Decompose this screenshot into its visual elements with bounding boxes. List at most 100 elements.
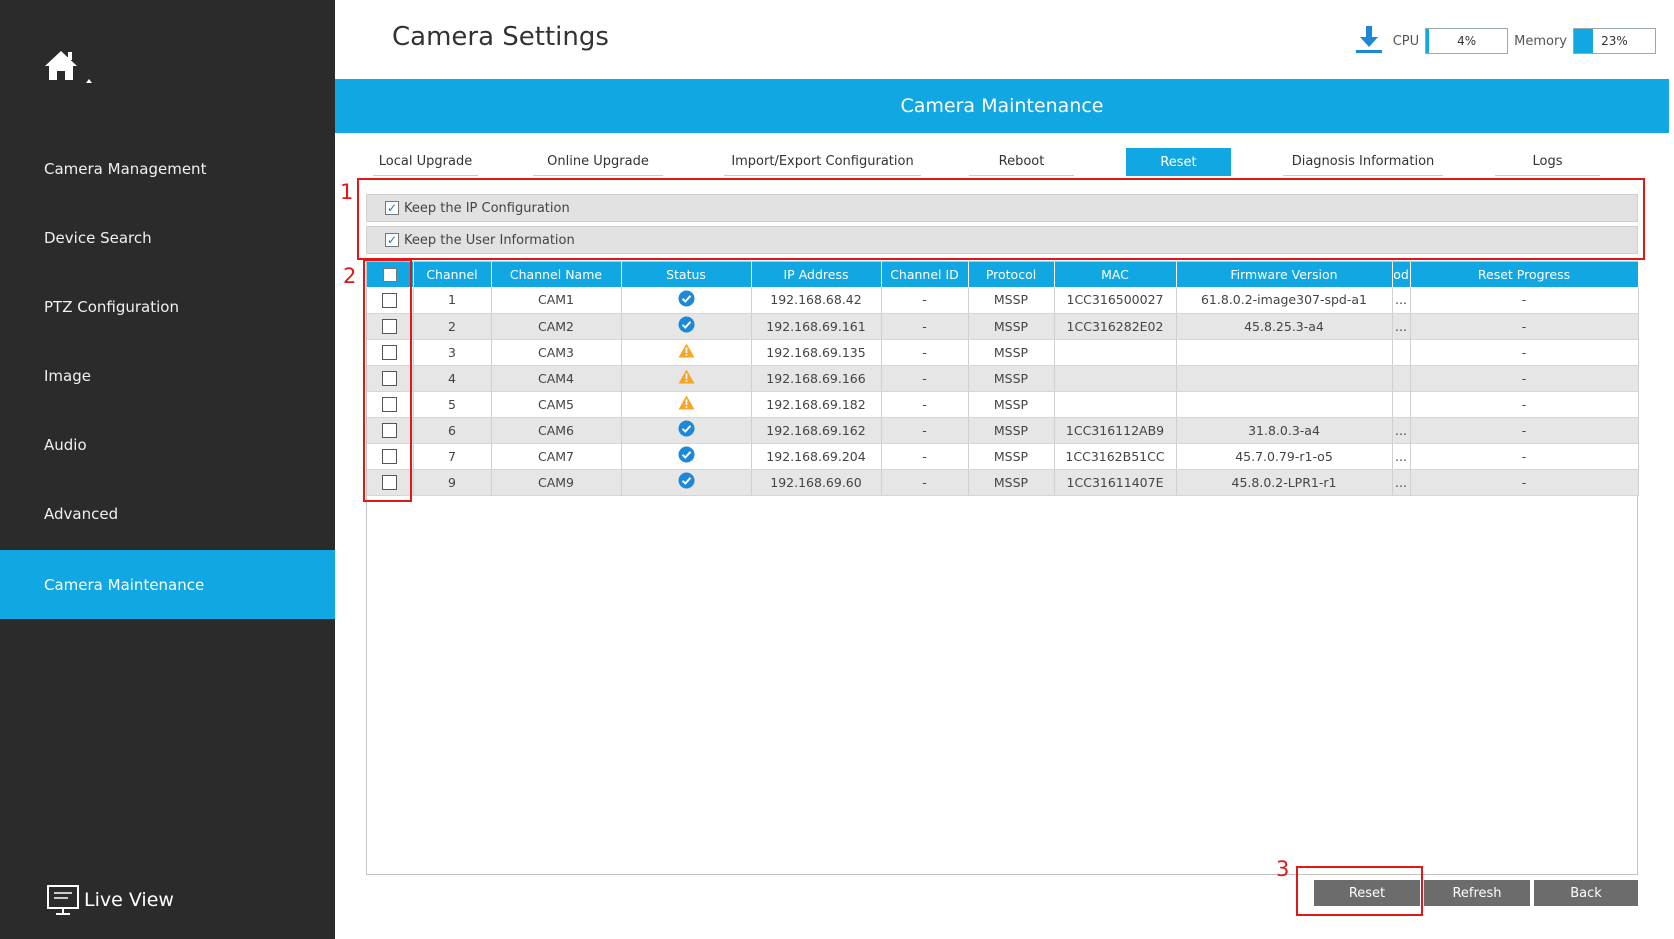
cell-name: CAM7 (491, 443, 622, 470)
tab-import-export-configuration[interactable]: Import/Export Configuration (724, 148, 921, 176)
sidebar-item-audio[interactable]: Audio (0, 410, 335, 479)
cell-protocol: MSSP (968, 443, 1055, 470)
cell-firmware (1176, 391, 1393, 418)
sidebar-item-camera-management[interactable]: Camera Management (0, 134, 335, 203)
cell-mac (1054, 365, 1177, 392)
sidebar-item-advanced[interactable]: Advanced (0, 479, 335, 548)
cell-mac (1054, 391, 1177, 418)
cell-channel: 4 (413, 365, 492, 392)
back-button[interactable]: Back (1534, 880, 1638, 906)
cell-progress: - (1410, 443, 1639, 470)
table-row[interactable]: 2 CAM2 192.168.69.161- MSSP 1CC316282E02 45.8… (367, 313, 1639, 340)
table-row[interactable]: 3 CAM3 192.168.69.135- MSSP - (367, 339, 1639, 366)
home-icon[interactable] (43, 46, 103, 90)
annotation-label-3: 3 (1276, 857, 1290, 881)
cell-mac: 1CC3162B51CC (1054, 443, 1177, 470)
cell-channel: 3 (413, 339, 492, 366)
cell-od: ... (1392, 313, 1411, 340)
column-header: Channel Name (491, 262, 622, 287)
annotation-label-2: 2 (343, 264, 357, 288)
cell-mac: 1CC316112AB9 (1054, 417, 1177, 444)
cell-channel: 1 (413, 287, 492, 314)
status-cell (621, 469, 752, 496)
tab-online-upgrade[interactable]: Online Upgrade (533, 148, 663, 176)
annotation-label-1: 1 (340, 180, 354, 204)
refresh-button[interactable]: Refresh (1424, 880, 1530, 906)
memory-label: Memory (1514, 33, 1567, 49)
cell-od (1392, 391, 1411, 418)
connected-check-icon (678, 316, 695, 336)
sidebar-item-label: Camera Management (44, 159, 207, 178)
status-cell (621, 443, 752, 470)
sidebar-item-label: Device Search (44, 228, 152, 247)
cell-ip: 192.168.69.182 (751, 391, 882, 418)
tab-local-upgrade[interactable]: Local Upgrade (373, 148, 478, 176)
live-view-button[interactable]: Live View (46, 884, 174, 916)
cell-progress: - (1410, 313, 1639, 340)
annotation-box-2 (363, 259, 412, 502)
table-row[interactable]: 5 CAM5 192.168.69.182- MSSP - (367, 391, 1639, 418)
tab-diagnosis-information[interactable]: Diagnosis Information (1283, 148, 1443, 176)
download-icon[interactable] (1355, 24, 1383, 58)
sidebar-item-label: Audio (44, 435, 87, 454)
table-row[interactable]: 7 CAM7 192.168.69.204- MSSP 1CC3162B51CC 45.7… (367, 443, 1639, 470)
tab-logs[interactable]: Logs (1495, 148, 1600, 176)
cell-progress: - (1410, 339, 1639, 366)
cell-channel-id: - (881, 417, 969, 444)
monitor-icon (47, 885, 79, 915)
cell-progress: - (1410, 417, 1639, 444)
sidebar-item-image[interactable]: Image (0, 341, 335, 410)
column-header: IP Address (751, 262, 882, 287)
tab-bar: Local Upgrade Online Upgrade Import/Export… (357, 148, 1600, 176)
cell-progress: - (1410, 469, 1639, 496)
status-cell (621, 417, 752, 444)
camera-table-container: Channel Channel Name Status IP Address Chann… (366, 261, 1639, 875)
sidebar-item-ptz-configuration[interactable]: PTZ Configuration (0, 272, 335, 341)
sidebar-item-label: Image (44, 366, 91, 385)
warning-icon (678, 395, 695, 413)
table-row[interactable]: 1 CAM1 192.168.68.42- MSSP 1CC316500027 61.8.… (367, 287, 1639, 314)
cell-channel-id: - (881, 313, 969, 340)
cell-protocol: MSSP (968, 287, 1055, 314)
column-header: Channel ID (881, 262, 969, 287)
cell-od: ... (1392, 443, 1411, 470)
sidebar-item-camera-maintenance[interactable]: Camera Maintenance (0, 550, 335, 619)
column-header: Protocol (968, 262, 1055, 287)
table-row[interactable]: 4 CAM4 192.168.69.166- MSSP - (367, 365, 1639, 392)
cell-channel-id: - (881, 443, 969, 470)
tab-reboot[interactable]: Reboot (969, 148, 1074, 176)
cell-name: CAM2 (491, 313, 622, 340)
table-row[interactable]: 6 CAM6 192.168.69.162- MSSP 1CC316112AB9 31.8… (367, 417, 1639, 444)
table-row[interactable]: 9 CAM9 192.168.69.60- MSSP 1CC31611407E 45.8.… (367, 469, 1639, 496)
cell-od: ... (1392, 469, 1411, 496)
cell-mac: 1CC316500027 (1054, 287, 1177, 314)
warning-icon (678, 343, 695, 361)
cell-mac: 1CC31611407E (1054, 469, 1177, 496)
tab-reset[interactable]: Reset (1126, 148, 1231, 176)
cell-channel-id: - (881, 391, 969, 418)
memory-meter: 23% (1573, 28, 1656, 54)
page-title: Camera Settings (392, 22, 609, 52)
sidebar-item-label: PTZ Configuration (44, 297, 179, 316)
cell-channel-id: - (881, 469, 969, 496)
cell-channel: 9 (413, 469, 492, 496)
sidebar-item-label: Camera Maintenance (44, 575, 205, 594)
camera-table: Channel Channel Name Status IP Address Chann… (367, 262, 1639, 496)
cell-ip: 192.168.69.162 (751, 417, 882, 444)
cell-progress: - (1410, 365, 1639, 392)
cell-protocol: MSSP (968, 365, 1055, 392)
cell-od: ... (1392, 417, 1411, 444)
system-status: CPU 4% Memory 23% (1355, 24, 1662, 58)
column-header: Reset Progress (1410, 262, 1639, 287)
sidebar-item-label: Advanced (44, 504, 119, 523)
cell-name: CAM6 (491, 417, 622, 444)
cell-firmware (1176, 365, 1393, 392)
cell-ip: 192.168.69.204 (751, 443, 882, 470)
warning-icon (678, 369, 695, 387)
cell-channel: 7 (413, 443, 492, 470)
cell-protocol: MSSP (968, 391, 1055, 418)
sidebar-item-device-search[interactable]: Device Search (0, 203, 335, 272)
annotation-box-1 (357, 178, 1645, 260)
column-header: Channel (413, 262, 492, 287)
cell-ip: 192.168.68.42 (751, 287, 882, 314)
